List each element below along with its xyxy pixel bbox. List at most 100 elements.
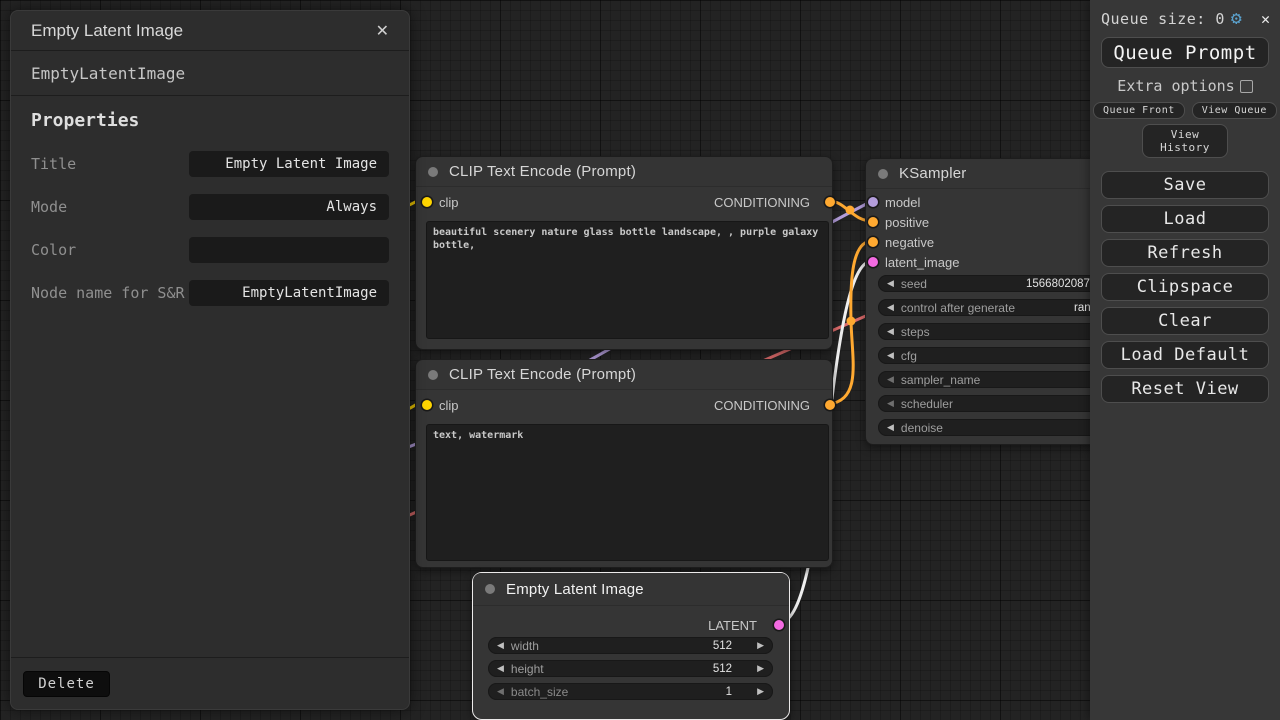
- conditioning-output-port[interactable]: [825, 400, 835, 410]
- decrement-arrow-icon[interactable]: ◀: [887, 299, 894, 316]
- node-ksampler[interactable]: KSampler model positive negative latent_…: [865, 158, 1117, 445]
- widget-value: 1: [726, 686, 732, 698]
- node-properties-panel: Empty Latent Image ✕ EmptyLatentImage Pr…: [10, 10, 410, 710]
- load-default-button[interactable]: Load Default: [1101, 341, 1269, 369]
- decrement-arrow-icon[interactable]: ◀: [887, 323, 894, 340]
- extra-options-label: Extra options: [1117, 77, 1234, 95]
- node-name-sr-field-label: Node name for S&R: [31, 280, 189, 304]
- node-header[interactable]: Empty Latent Image: [473, 573, 789, 606]
- decrement-arrow-icon[interactable]: ◀: [497, 637, 504, 654]
- title-field-label: Title: [31, 151, 189, 175]
- view-history-button[interactable]: View History: [1142, 124, 1228, 158]
- clip-input-label: clip: [439, 398, 459, 413]
- decrement-arrow-icon[interactable]: ◀: [887, 419, 894, 436]
- collapse-dot-icon[interactable]: [485, 584, 495, 594]
- load-button[interactable]: Load: [1101, 205, 1269, 233]
- decrement-arrow-icon[interactable]: ◀: [887, 275, 894, 292]
- decrement-arrow-icon[interactable]: ◀: [887, 347, 894, 364]
- node-empty-latent-image[interactable]: Empty Latent Image LATENT ◀ width 512 ▶ …: [472, 572, 790, 720]
- widget-label: denoise: [901, 421, 943, 435]
- link-midpoint-dot: [846, 206, 855, 215]
- refresh-button[interactable]: Refresh: [1101, 239, 1269, 267]
- width-widget[interactable]: ◀ width 512 ▶: [488, 637, 773, 654]
- clipspace-button[interactable]: Clipspace: [1101, 273, 1269, 301]
- port-row: positive: [866, 212, 1116, 232]
- collapse-dot-icon[interactable]: [878, 169, 888, 179]
- decrement-arrow-icon[interactable]: ◀: [497, 660, 504, 677]
- port-row: negative: [866, 232, 1116, 252]
- property-row: Color: [31, 237, 389, 263]
- property-row: Title Empty Latent Image: [31, 151, 389, 177]
- steps-widget[interactable]: ◀ steps: [878, 323, 1113, 340]
- latent-image-input-port[interactable]: [868, 257, 878, 267]
- scheduler-widget[interactable]: ◀ scheduler: [878, 395, 1113, 412]
- comfyui-canvas[interactable]: CLIP Text Encode (Prompt) clip CONDITION…: [0, 0, 1280, 720]
- extra-options-checkbox[interactable]: [1240, 80, 1253, 93]
- prompt-textarea[interactable]: text, watermark: [426, 424, 829, 561]
- widget-label: scheduler: [901, 397, 953, 411]
- collapse-dot-icon[interactable]: [428, 167, 438, 177]
- collapse-dot-icon[interactable]: [428, 370, 438, 380]
- close-icon[interactable]: ✕: [372, 19, 393, 43]
- color-field[interactable]: [189, 237, 389, 263]
- node-clip-text-encode-positive[interactable]: CLIP Text Encode (Prompt) clip CONDITION…: [415, 156, 833, 350]
- clear-button[interactable]: Clear: [1101, 307, 1269, 335]
- widget-label: height: [511, 662, 544, 676]
- prompt-textarea[interactable]: beautiful scenery nature glass bottle la…: [426, 221, 829, 339]
- increment-arrow-icon[interactable]: ▶: [757, 660, 764, 677]
- view-queue-button[interactable]: View Queue: [1192, 102, 1277, 119]
- decrement-arrow-icon[interactable]: ◀: [887, 395, 894, 412]
- sampler-name-widget[interactable]: ◀ sampler_name: [878, 371, 1113, 388]
- clip-input-port[interactable]: [422, 400, 432, 410]
- negative-input-port[interactable]: [868, 237, 878, 247]
- panel-footer: Delete: [11, 657, 409, 709]
- increment-arrow-icon[interactable]: ▶: [757, 637, 764, 654]
- latent-output-port[interactable]: [774, 620, 784, 630]
- widget-value: 512: [713, 663, 732, 675]
- decrement-arrow-icon[interactable]: ◀: [887, 371, 894, 388]
- height-widget[interactable]: ◀ height 512 ▶: [488, 660, 773, 677]
- extra-options-row: Extra options: [1117, 77, 1252, 95]
- conditioning-output-port[interactable]: [825, 197, 835, 207]
- node-header[interactable]: KSampler: [866, 159, 1116, 189]
- widget-label: sampler_name: [901, 373, 980, 387]
- seed-widget[interactable]: ◀ seed 1566802087: [878, 275, 1113, 292]
- reset-view-button[interactable]: Reset View: [1101, 375, 1269, 403]
- settings-gear-icon[interactable]: ⚙: [1231, 10, 1242, 28]
- node-header[interactable]: CLIP Text Encode (Prompt): [416, 360, 832, 390]
- panel-subtitle-row: EmptyLatentImage: [11, 51, 409, 96]
- node-title: CLIP Text Encode (Prompt): [449, 366, 636, 383]
- positive-input-label: positive: [885, 215, 929, 230]
- delete-button[interactable]: Delete: [23, 671, 110, 697]
- clip-input-label: clip: [439, 195, 459, 210]
- clip-input-port[interactable]: [422, 197, 432, 207]
- mode-field-label: Mode: [31, 194, 189, 218]
- queue-prompt-button[interactable]: Queue Prompt: [1101, 37, 1269, 68]
- cfg-widget[interactable]: ◀ cfg: [878, 347, 1113, 364]
- conditioning-output-label: CONDITIONING: [714, 195, 810, 210]
- mode-field[interactable]: Always: [189, 194, 389, 220]
- increment-arrow-icon[interactable]: ▶: [757, 683, 764, 700]
- latent-image-input-label: latent_image: [885, 255, 959, 270]
- node-header[interactable]: CLIP Text Encode (Prompt): [416, 157, 832, 187]
- title-field[interactable]: Empty Latent Image: [189, 151, 389, 177]
- node-name-sr-field[interactable]: EmptyLatentImage: [189, 280, 389, 306]
- queue-size-label: Queue size: 0: [1101, 10, 1225, 28]
- properties-section-title: Properties: [31, 110, 389, 131]
- node-title: Empty Latent Image: [506, 581, 644, 598]
- queue-front-button[interactable]: Queue Front: [1093, 102, 1185, 119]
- node-clip-text-encode-negative[interactable]: CLIP Text Encode (Prompt) clip CONDITION…: [415, 359, 833, 568]
- panel-content: Properties Title Empty Latent Image Mode…: [11, 96, 409, 657]
- batch-size-widget[interactable]: ◀ batch_size 1 ▶: [488, 683, 773, 700]
- positive-input-port[interactable]: [868, 217, 878, 227]
- denoise-widget[interactable]: ◀ denoise: [878, 419, 1113, 436]
- conditioning-output-label: CONDITIONING: [714, 398, 810, 413]
- save-button[interactable]: Save: [1101, 171, 1269, 199]
- close-icon[interactable]: ✕: [1261, 10, 1270, 28]
- latent-output-label: LATENT: [708, 618, 757, 633]
- node-title: CLIP Text Encode (Prompt): [449, 163, 636, 180]
- model-input-port[interactable]: [868, 197, 878, 207]
- decrement-arrow-icon[interactable]: ◀: [497, 683, 504, 700]
- control-after-generate-widget[interactable]: ◀ control after generate ran: [878, 299, 1113, 316]
- widget-label: batch_size: [511, 685, 568, 699]
